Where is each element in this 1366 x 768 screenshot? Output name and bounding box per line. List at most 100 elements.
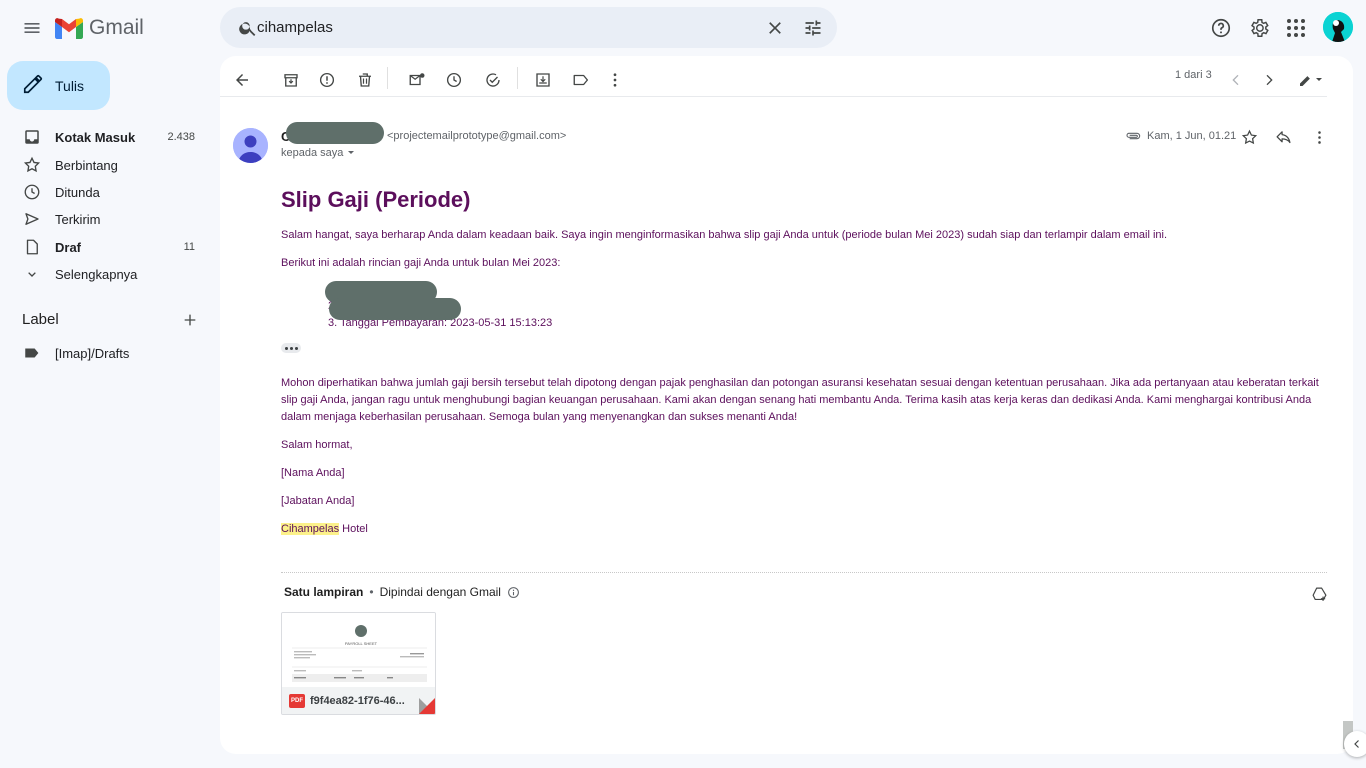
older-button[interactable] [1254,65,1284,95]
label-button[interactable] [566,65,596,95]
clear-search-button[interactable] [755,7,795,48]
apps-grid-icon [1287,19,1305,37]
message-view: 1 dari 3 C <projectemailprototype@gmail.… [220,56,1353,754]
more-actions-button[interactable] [600,65,630,95]
sender-name-placeholder: [Nama Anda] [281,467,345,479]
gmail-logo[interactable]: Gmail [55,14,144,42]
separator-dot: • [369,585,374,599]
sidebar-item-sent[interactable]: Terkirim [0,206,210,233]
pager-text: 1 dari 3 [1175,69,1212,81]
search-bar [220,7,837,48]
sidebar-item-drafts[interactable]: Draf 11 [0,234,210,261]
search-options-button[interactable] [793,7,833,48]
app-name: Gmail [89,16,144,39]
greeting-paragraph: Salam hangat, saya berharap Anda dalam k… [281,229,1168,241]
star-icon [22,155,42,175]
more-vert-icon [613,73,617,87]
scan-note: Dipindai dengan Gmail [379,585,501,599]
gmail-m-icon [55,17,83,39]
report-icon [319,72,335,88]
company-line: Cihampelas Hotel [281,521,1326,538]
hamburger-menu-icon [24,23,40,33]
compose-button[interactable]: Tulis [7,61,110,110]
snooze-button[interactable] [439,65,469,95]
attachment-icon [1125,128,1141,149]
caret-down-icon [1316,78,1322,81]
company-suffix: Hotel [339,523,368,535]
sidebar-item-more[interactable]: Selengkapnya [0,261,210,288]
close-icon [769,21,781,34]
main-menu-button[interactable] [12,8,52,48]
reply-button[interactable] [1272,126,1294,148]
attachment-card[interactable]: PAYROLL SHEET PDF f9f4ea82-1f76-46... [281,612,436,715]
mark-unread-button[interactable] [402,65,432,95]
trash-icon [359,73,371,87]
clock-icon [446,72,462,88]
chevron-left-icon [1354,740,1359,748]
show-trimmed-content-button[interactable] [281,343,301,353]
add-to-drive-icon [1312,587,1326,601]
info-icon[interactable] [507,586,520,599]
attachments-title: Satu lampiran [284,585,364,599]
mark-unread-icon [409,73,425,86]
send-icon [22,209,42,229]
report-spam-button[interactable] [312,65,342,95]
reply-icon [1275,130,1291,143]
recipient-line[interactable]: kepada saya [281,147,356,159]
plus-icon [184,314,196,326]
account-avatar[interactable] [1323,12,1353,42]
sidebar-item-label: Terkirim [55,212,101,227]
attachments-divider [281,572,1327,573]
pdf-icon: PDF [289,694,305,708]
sidebar-item-label: Ditunda [55,185,100,200]
svg-text:PAYROLL SHEET: PAYROLL SHEET [345,641,378,646]
sidebar-item-starred[interactable]: Berbintang [0,152,210,179]
details-intro: Berikut ini adalah rincian gaji Anda unt… [281,257,561,269]
add-to-tasks-button[interactable] [478,65,508,95]
top-bar: Gmail [0,0,1366,56]
message-body: Slip Gaji (Periode) Salam hangat, saya b… [281,186,1326,549]
settings-button[interactable] [1239,8,1279,48]
star-message-button[interactable] [1238,126,1260,148]
add-label-button[interactable] [180,310,200,330]
sender-avatar[interactable] [233,128,268,163]
newer-button[interactable] [1221,65,1251,95]
search-input[interactable] [257,7,737,48]
message-more-button[interactable] [1308,126,1330,148]
back-button[interactable] [227,65,257,95]
toolbar-divider-line [220,96,1327,97]
sender-email: <projectemailprototype@gmail.com> [387,130,567,142]
draft-count: 11 [183,241,195,253]
unread-count: 2.438 [167,131,195,143]
save-to-drive-button[interactable] [1309,584,1329,604]
payroll-preview-image: PAYROLL SHEET [292,625,427,682]
sidebar-item-label: Draf [55,240,82,255]
chevron-right-icon [1266,74,1273,86]
help-button[interactable] [1201,8,1241,48]
move-to-icon [536,73,550,87]
sidebar-item-imap-drafts[interactable]: [Imap]/Drafts [0,340,210,367]
delete-button[interactable] [350,65,380,95]
side-panel-toggle-button[interactable] [1344,731,1366,757]
draft-icon [22,237,42,257]
apps-button[interactable] [1276,8,1316,48]
message-subject: Slip Gaji (Periode) [281,187,471,212]
caret-down-icon [348,151,355,154]
label-icon [22,343,42,363]
move-to-button[interactable] [528,65,558,95]
more-vert-icon [1317,130,1321,144]
compose-label: Tulis [55,78,85,94]
search-highlight: Cihampelas [281,523,340,535]
sidebar-item-label: Berbintang [55,158,118,173]
sidebar-item-snoozed[interactable]: Ditunda [0,179,210,206]
input-tools-button[interactable] [1292,65,1330,95]
message-date: Kam, 1 Jun, 01.21 [1147,130,1237,142]
attachment-thumbnail: PAYROLL SHEET [282,613,435,687]
recipient-text: kepada saya [281,147,344,159]
archive-button[interactable] [276,65,306,95]
list-item: 2. J [328,298,1326,315]
sidebar-item-label: Selengkapnya [55,267,138,282]
salary-details-list: 1. 2. J 3. Tanggal Pembayaran: 2023-05-3… [328,281,1326,332]
attachment-filename: f9f4ea82-1f76-46... [310,695,405,707]
sidebar-item-inbox[interactable]: Kotak Masuk 2.438 [0,124,210,151]
